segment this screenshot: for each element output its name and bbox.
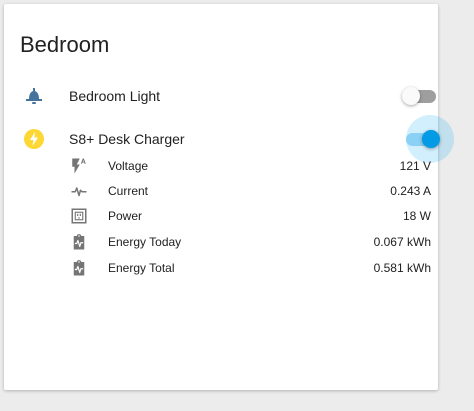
attribute-row-energy-today[interactable]: Energy Today 0.067 kWh <box>4 230 438 254</box>
attribute-label: Power <box>108 209 143 223</box>
attribute-value: 0.243 A <box>390 184 431 198</box>
attribute-label: Voltage <box>108 159 149 173</box>
clipboard-pulse-icon <box>73 234 85 250</box>
attribute-row-voltage[interactable]: Voltage 121 V <box>4 154 438 178</box>
desk-charger-toggle[interactable] <box>402 115 454 163</box>
entity-row-bedroom-light[interactable]: Bedroom Light <box>4 81 438 111</box>
attribute-value: 0.067 kWh <box>373 235 431 249</box>
power-socket-icon <box>71 208 87 224</box>
bell-lamp-icon[interactable] <box>22 84 46 108</box>
bedroom-card: Bedroom Bedroom Light S8+ Desk Charger V… <box>4 4 454 390</box>
attribute-label: Energy Today <box>108 235 182 249</box>
attribute-value: 18 W <box>402 209 431 223</box>
attribute-value: 0.581 kWh <box>373 261 431 275</box>
flash-auto-icon <box>72 158 86 174</box>
clipboard-pulse-icon <box>73 260 85 276</box>
bedroom-light-toggle[interactable] <box>402 87 440 105</box>
attribute-label: Current <box>108 184 149 198</box>
attribute-row-power[interactable]: Power 18 W <box>4 204 438 228</box>
attribute-row-current[interactable]: Current 0.243 A <box>4 179 438 203</box>
attribute-row-energy-total[interactable]: Energy Total 0.581 kWh <box>4 256 438 280</box>
pulse-icon <box>71 187 87 197</box>
flash-icon[interactable] <box>22 127 46 151</box>
card-title: Bedroom <box>20 32 110 57</box>
attribute-label: Energy Total <box>108 261 175 275</box>
entity-row-desk-charger[interactable]: S8+ Desk Charger <box>4 115 454 163</box>
toggle-knob <box>402 87 420 105</box>
entity-name[interactable]: S8+ Desk Charger <box>69 130 185 148</box>
attribute-value: 121 V <box>399 159 431 173</box>
toggle-knob <box>422 130 440 148</box>
entity-name[interactable]: Bedroom Light <box>69 87 160 105</box>
